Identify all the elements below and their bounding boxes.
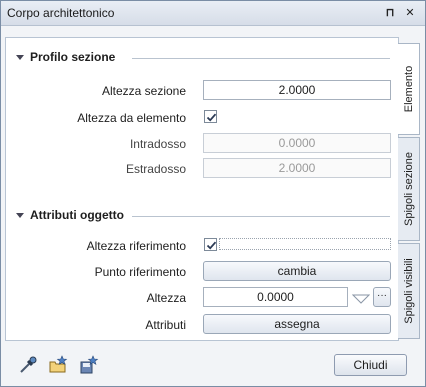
side-tabs: Elemento Spigoli sezione Spigoli visibil… <box>398 37 422 339</box>
dropdown-triangle-icon[interactable] <box>352 294 370 304</box>
pin-icon[interactable]: ⊓ <box>382 5 398 21</box>
intradosso-label: Intradosso <box>129 137 186 151</box>
properties-panel: Profilo sezione Altezza sezione 2.0000 A… <box>5 37 399 341</box>
punto-riferimento-label: Punto riferimento <box>94 265 186 279</box>
tab-elemento[interactable]: Elemento <box>398 43 420 135</box>
title-bar: Corpo architettonico ⊓ ✕ <box>1 1 425 26</box>
tab-label: Spigoli sezione <box>402 152 415 226</box>
checkmark-icon <box>206 241 217 250</box>
section-profilo-header[interactable]: Profilo sezione <box>16 50 115 66</box>
altezza-label: Altezza <box>146 291 186 305</box>
footer-bar: Chiudi <box>1 346 425 386</box>
estradosso-label: Estradosso <box>125 162 186 176</box>
open-favorite-icon[interactable] <box>48 355 68 375</box>
focus-outline <box>219 238 391 250</box>
estradosso-field: 2.0000 <box>203 158 391 178</box>
altezza-da-elemento-checkbox[interactable] <box>204 110 217 123</box>
tab-label: Elemento <box>402 65 415 113</box>
dialog-window: Corpo architettonico ⊓ ✕ Profilo sezione… <box>0 0 426 387</box>
tab-spigoli-sezione[interactable]: Spigoli sezione <box>398 137 420 241</box>
collapse-arrow-icon[interactable] <box>16 55 24 61</box>
tab-label: Spigoli visibili <box>402 258 415 324</box>
section-divider <box>132 58 390 59</box>
checkmark-icon <box>206 113 217 122</box>
altezza-field[interactable]: 0.0000 <box>203 287 348 307</box>
altezza-sezione-label: Altezza sezione <box>101 84 186 98</box>
section-divider <box>132 216 390 217</box>
attributi-label: Attributi <box>145 318 186 332</box>
eyedropper-icon[interactable] <box>18 355 38 375</box>
altezza-riferimento-checkbox[interactable] <box>204 238 217 251</box>
altezza-sezione-field[interactable]: 2.0000 <box>203 80 391 100</box>
tab-spigoli-visibili[interactable]: Spigoli visibili <box>398 243 420 339</box>
intradosso-field: 0.0000 <box>203 133 391 153</box>
altezza-da-elemento-label: Altezza da elemento <box>77 111 186 125</box>
section-title: Profilo sezione <box>30 50 116 64</box>
collapse-arrow-icon[interactable] <box>16 213 24 219</box>
section-attributi-header[interactable]: Attributi oggetto <box>16 208 124 224</box>
chiudi-button[interactable]: Chiudi <box>334 354 407 376</box>
more-options-button[interactable]: ··· <box>373 287 391 307</box>
window-title: Corpo architettonico <box>7 6 115 20</box>
cambia-button[interactable]: cambia <box>203 261 391 281</box>
altezza-riferimento-label: Altezza riferimento <box>86 239 186 253</box>
section-title: Attributi oggetto <box>30 208 124 222</box>
close-icon[interactable]: ✕ <box>402 5 418 21</box>
assegna-button[interactable]: assegna <box>203 314 391 334</box>
save-favorite-icon[interactable] <box>79 355 99 375</box>
